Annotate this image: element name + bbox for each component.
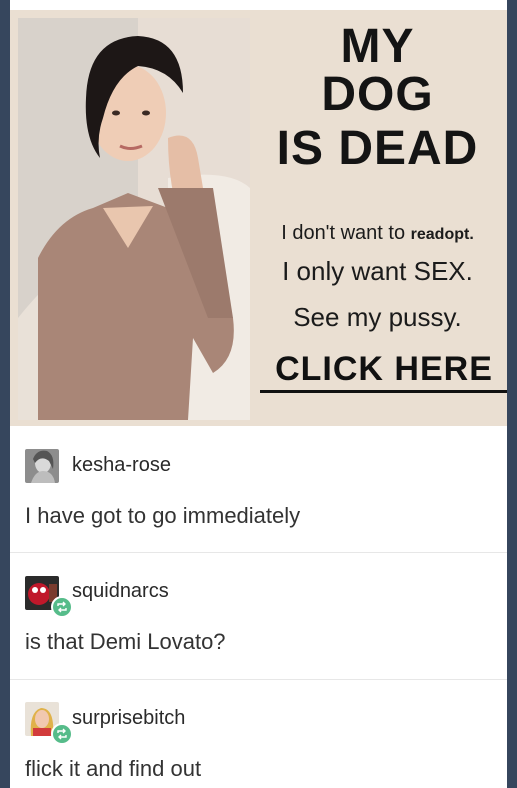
ad-line-1: I don't want to readopt. xyxy=(248,222,507,245)
note-comment: flick it and find out xyxy=(25,756,202,781)
ad-line-2: I only want SEX. xyxy=(282,256,473,286)
ad-photo xyxy=(18,18,250,420)
ad-line-3: See my pussy. xyxy=(293,302,462,332)
note-username[interactable]: squidnarcs xyxy=(72,580,169,603)
ad-headline-line-3: IS DEAD xyxy=(276,122,479,175)
reblog-icon xyxy=(51,723,73,745)
ad-line-1-main: I don't want to xyxy=(281,222,411,244)
ad-copy: MY DOG IS DEAD I don't want to readopt. … xyxy=(248,10,507,426)
click-here-button[interactable]: CLICK HERE xyxy=(260,350,507,389)
note-username[interactable]: kesha-rose xyxy=(72,454,171,477)
ad-headline-line-1: MY xyxy=(340,20,415,73)
note-comment: is that Demi Lovato? xyxy=(25,629,226,654)
reblog-icon xyxy=(51,596,73,618)
note-username[interactable]: surprisebitch xyxy=(72,707,185,730)
avatar-kesha-rose[interactable] xyxy=(25,449,59,483)
note-comment: I have got to go immediately xyxy=(25,503,301,528)
ad-line-1-small: readopt. xyxy=(410,226,474,243)
ad-image[interactable]: MY DOG IS DEAD I don't want to readopt. … xyxy=(10,10,507,426)
reblog-arrows-icon xyxy=(57,601,67,613)
cta-underline xyxy=(260,390,507,393)
note-divider xyxy=(10,552,507,553)
note-divider xyxy=(10,679,507,680)
user-avatar-icon xyxy=(25,449,59,483)
reblog-arrows-icon xyxy=(57,728,67,740)
ad-headline-line-2: DOG xyxy=(321,68,434,121)
